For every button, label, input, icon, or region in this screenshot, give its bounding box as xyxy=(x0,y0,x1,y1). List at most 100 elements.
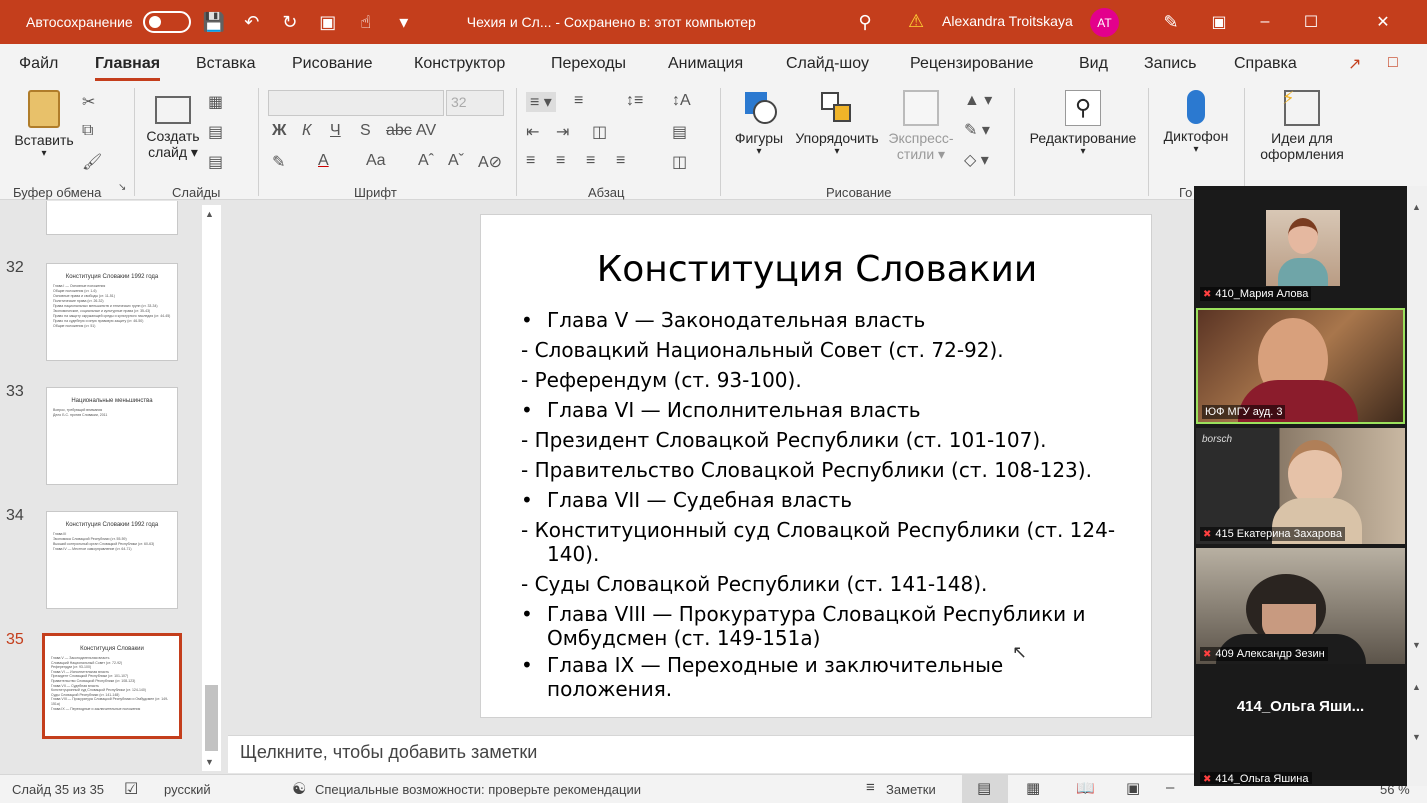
line-spacing-icon[interactable]: ↕≡ xyxy=(626,92,643,110)
accessibility-icon[interactable]: ☯ xyxy=(292,779,306,799)
slide-thumbnail-32[interactable]: Конституция Словакии 1992 года Глава I —… xyxy=(46,263,178,361)
autosave-toggle[interactable] xyxy=(142,11,191,33)
save-icon[interactable]: 💾 xyxy=(199,7,229,37)
tab-transitions[interactable]: Переходы xyxy=(551,55,626,73)
bold-icon[interactable]: Ж xyxy=(272,122,286,140)
scroll-thumb[interactable] xyxy=(205,685,218,751)
smartart-icon[interactable]: ◫ xyxy=(672,152,687,172)
spacing-icon[interactable]: AV xyxy=(416,122,436,140)
bullets-icon[interactable]: ≡ ▾ xyxy=(526,92,556,112)
decrease-indent-icon[interactable]: ⇤ xyxy=(526,122,539,142)
slide-thumbnail-34[interactable]: Конституция Словакии 1992 года Глава III… xyxy=(46,511,178,609)
undo-icon[interactable]: ↶ xyxy=(237,7,267,37)
normal-view-button[interactable]: ▤ xyxy=(962,775,1008,803)
dictate-button[interactable]: Диктофон ▾ xyxy=(1156,90,1236,155)
align-center-icon[interactable]: ≡ xyxy=(556,152,565,170)
tab-file[interactable]: Файл xyxy=(19,55,58,73)
shape-effects-icon[interactable]: ◇ ▾ xyxy=(964,150,989,170)
tab-draw[interactable]: Рисование xyxy=(292,55,373,73)
scroll-up-icon[interactable]: ▲ xyxy=(1412,202,1421,212)
close-icon[interactable]: ✕ xyxy=(1360,0,1406,44)
tab-home[interactable]: Главная xyxy=(95,55,161,81)
section-icon[interactable]: ▤ xyxy=(208,152,223,172)
document-title[interactable]: Чехия и Сл... - Сохранено в: этот компью… xyxy=(467,14,756,30)
new-slide-button[interactable]: Создать слайд ▾ xyxy=(142,90,204,161)
slide-thumbnail-33[interactable]: Национальные меньшинства Вопрос, требующ… xyxy=(46,387,178,485)
thumbnail-scrollbar[interactable]: ▲ ▼ xyxy=(202,205,221,771)
tab-review[interactable]: Рецензирование xyxy=(910,55,1034,73)
align-left-icon[interactable]: ≡ xyxy=(526,152,535,170)
justify-icon[interactable]: ≡ xyxy=(616,152,625,170)
grow-font-icon[interactable]: Aˆ xyxy=(418,152,434,170)
tab-record[interactable]: Запись xyxy=(1144,55,1197,73)
scroll-down-icon[interactable]: ▼ xyxy=(205,757,214,767)
reset-icon[interactable]: ▤ xyxy=(208,122,223,142)
cut-icon[interactable]: ✂ xyxy=(82,92,95,112)
scroll-up-icon[interactable]: ▲ xyxy=(1412,682,1421,692)
participant-tile[interactable]: ЮФ МГУ ауд. 3 xyxy=(1196,308,1405,424)
dialog-launcher-icon[interactable]: ↘ xyxy=(118,182,126,193)
shapes-button[interactable]: Фигуры ▾ xyxy=(728,90,790,157)
format-painter-icon[interactable]: 🖌 xyxy=(82,152,102,172)
tab-animations[interactable]: Анимация xyxy=(668,55,743,73)
align-text-icon[interactable]: ▤ xyxy=(672,122,687,142)
slideshow-icon[interactable]: ▣ xyxy=(1126,779,1140,797)
underline-icon[interactable]: Ч xyxy=(330,122,341,140)
minimize-icon[interactable]: – xyxy=(1242,0,1288,44)
quick-styles-button[interactable]: Экспресс- стили ▾ xyxy=(884,90,958,163)
zoom-out-icon[interactable]: – xyxy=(1166,779,1174,796)
design-ideas-button[interactable]: ⚡ Идеи для оформления xyxy=(1250,88,1354,162)
tab-slideshow[interactable]: Слайд-шоу xyxy=(786,55,869,73)
layout-icon[interactable]: ▦ xyxy=(208,92,223,112)
tab-view[interactable]: Вид xyxy=(1079,55,1108,73)
maximize-icon[interactable]: ☐ xyxy=(1288,0,1334,44)
strikethrough-icon[interactable]: abc xyxy=(386,122,412,140)
italic-icon[interactable]: К xyxy=(302,122,311,140)
slide-title[interactable]: Конституция Словакии xyxy=(481,249,1153,290)
language-label[interactable]: русский xyxy=(164,782,211,797)
increase-indent-icon[interactable]: ⇥ xyxy=(556,122,569,142)
present-icon[interactable]: ▣ xyxy=(313,7,343,37)
warning-icon[interactable]: ⚠ xyxy=(908,11,924,32)
slide-sorter-icon[interactable]: ▦ xyxy=(1026,779,1040,797)
numbering-icon[interactable]: ≡ xyxy=(574,92,583,110)
participant-tile[interactable]: ✖ 410_Мария Алова xyxy=(1196,188,1405,304)
accessibility-status[interactable]: Специальные возможности: проверьте реком… xyxy=(315,782,641,797)
participant-tile[interactable]: 414_Ольга Яши... ✖ 414_Ольга Яшина xyxy=(1196,668,1405,784)
redo-icon[interactable]: ↻ xyxy=(275,7,305,37)
tab-help[interactable]: Справка xyxy=(1234,55,1297,73)
participant-tile[interactable]: ✖ 409 Александр Зезин xyxy=(1196,548,1405,664)
slide-body[interactable]: Глава V — Законодательная власть - Слова… xyxy=(521,305,1121,704)
user-name[interactable]: Alexandra Troitskaya xyxy=(942,13,1073,29)
arrange-button[interactable]: Упорядочить ▾ xyxy=(790,90,884,157)
change-case-icon[interactable]: Aa xyxy=(366,152,386,170)
tab-design[interactable]: Конструктор xyxy=(414,55,505,73)
copy-icon[interactable]: ⧉ xyxy=(82,122,93,140)
font-name-field[interactable] xyxy=(268,90,444,116)
pen-icon[interactable]: ✎ xyxy=(1156,7,1186,37)
customize-qat-icon[interactable]: ▾ xyxy=(389,7,419,37)
notes-pane[interactable]: Щелкните, чтобы добавить заметки xyxy=(228,735,1194,773)
search-icon[interactable]: ⚲ xyxy=(850,7,880,37)
tab-insert[interactable]: Вставка xyxy=(196,55,255,73)
ribbon-display-icon[interactable]: ▣ xyxy=(1196,0,1242,44)
text-direction-icon[interactable]: ↕A xyxy=(672,92,691,110)
shape-outline-icon[interactable]: ✎ ▾ xyxy=(964,120,990,140)
clear-format-icon[interactable]: A⊘ xyxy=(478,152,502,172)
scroll-down-icon[interactable]: ▼ xyxy=(1412,640,1421,650)
avatar[interactable]: AT xyxy=(1090,8,1119,37)
paste-button[interactable]: Вставить ▾ xyxy=(12,90,76,159)
reading-view-icon[interactable]: 📖 xyxy=(1076,779,1095,797)
font-size-field[interactable]: 32 xyxy=(446,90,504,116)
editing-button[interactable]: ⚲ Редактирование ▾ xyxy=(1024,90,1142,157)
shrink-font-icon[interactable]: Aˇ xyxy=(448,152,464,170)
shadow-icon[interactable]: S xyxy=(360,122,371,140)
slide-thumbnail-31[interactable] xyxy=(46,201,178,235)
participant-tile[interactable]: borsch ✖ 415 Екатерина Захарова xyxy=(1196,428,1405,544)
spellcheck-icon[interactable]: ☑ xyxy=(124,779,138,799)
shape-fill-icon[interactable]: ▲ ▾ xyxy=(964,90,992,110)
columns-icon[interactable]: ◫ xyxy=(592,122,607,142)
scroll-up-icon[interactable]: ▲ xyxy=(205,209,214,219)
notes-icon[interactable]: ≡ xyxy=(866,779,875,796)
current-slide[interactable]: Конституция Словакии Глава V — Законодат… xyxy=(480,214,1152,718)
